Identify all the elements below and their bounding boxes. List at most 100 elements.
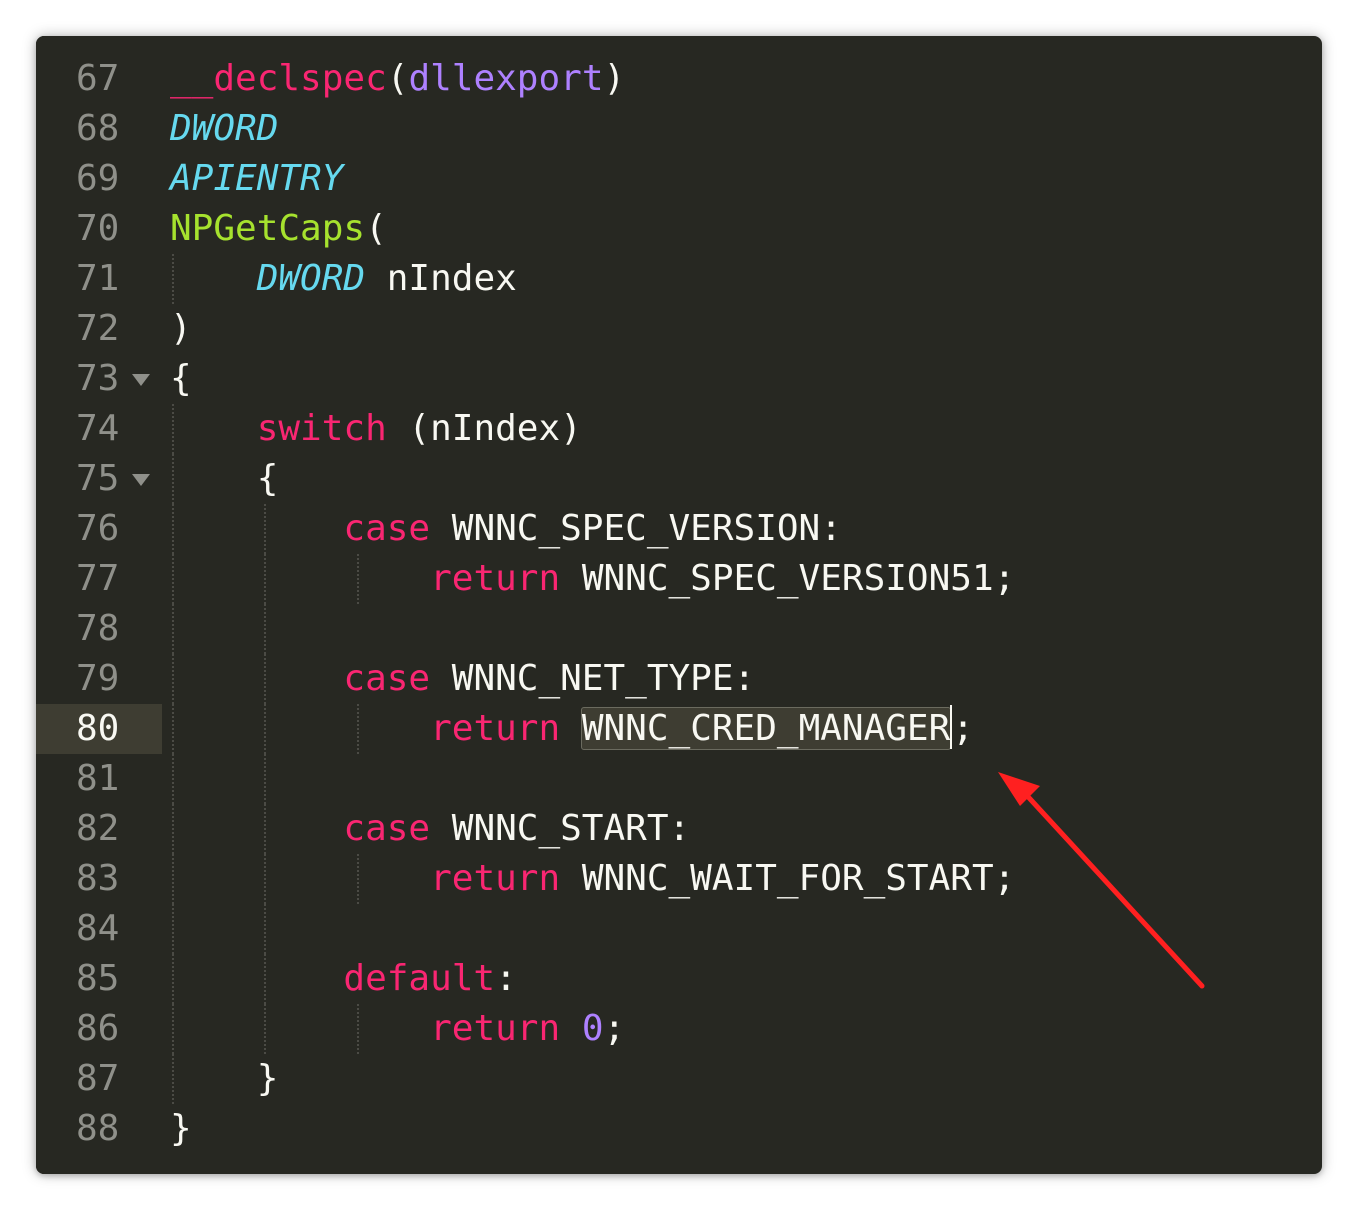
code-text: { (170, 354, 192, 404)
code-token: return (430, 1008, 561, 1049)
line-number: 74 (76, 408, 120, 449)
code-token: } (170, 1058, 279, 1099)
code-text: switch (nIndex) (170, 404, 582, 454)
code-token: WNNC_NET_TYPE: (430, 658, 756, 699)
code-line[interactable]: 79 case WNNC_NET_TYPE: (36, 654, 1322, 704)
code-text: case WNNC_SPEC_VERSION: (170, 504, 842, 554)
line-number-gutter: 79 (36, 654, 162, 704)
code-line[interactable]: 81 (36, 754, 1322, 804)
code-token: case (343, 808, 431, 849)
code-line[interactable]: 73 { (36, 354, 1322, 404)
code-token: return (430, 558, 561, 599)
code-token: default (343, 958, 496, 999)
line-number-gutter: 70 (36, 204, 162, 254)
code-editor-window[interactable]: 67 __declspec(dllexport) 68 DWORD 69 APIENTRY… (36, 36, 1322, 1174)
line-number: 78 (76, 608, 120, 649)
code-line[interactable]: 71 DWORD nIndex (36, 254, 1322, 304)
code-line[interactable]: 88} (36, 1104, 1322, 1154)
line-number-gutter: 77 (36, 554, 162, 604)
code-token: WNNC_SPEC_VERSION: (430, 508, 842, 549)
code-line[interactable]: 87 } (36, 1054, 1322, 1104)
code-line[interactable]: 74 switch (nIndex) (36, 404, 1322, 454)
line-number: 79 (76, 658, 120, 699)
code-token: APIENTRY (170, 158, 344, 199)
code-token: { (170, 458, 279, 499)
line-number: 80 (76, 708, 120, 749)
code-token: return (430, 708, 561, 749)
code-line[interactable]: 85 default: (36, 954, 1322, 1004)
line-number-gutter: 68 (36, 104, 162, 154)
line-number: 85 (76, 958, 120, 999)
line-number: 70 (76, 208, 120, 249)
code-line[interactable]: 68 DWORD (36, 104, 1322, 154)
line-number-gutter: 87 (36, 1054, 162, 1104)
line-number-gutter: 75 (36, 454, 162, 504)
fold-arrow-icon[interactable] (132, 374, 150, 386)
line-number: 82 (76, 808, 120, 849)
line-number-gutter: 71 (36, 254, 162, 304)
code-text: NPGetCaps( (170, 204, 387, 254)
selected-token: WNNC_CRED_MANAGER (580, 707, 952, 750)
code-token: { (170, 358, 192, 399)
code-line[interactable]: 84 (36, 904, 1322, 954)
code-line[interactable]: 77 return WNNC_SPEC_VERSION51; (36, 554, 1322, 604)
code-token: ( (386, 58, 409, 99)
line-number-gutter: 69 (36, 154, 162, 204)
code-token: switch (256, 408, 387, 449)
code-token: ) (170, 308, 192, 349)
code-text: default: (170, 954, 517, 1004)
line-number-gutter: 80 (36, 704, 162, 754)
code-token: DWORD (256, 258, 366, 299)
code-line[interactable]: 82 case WNNC_START: (36, 804, 1322, 854)
line-number: 67 (76, 58, 120, 99)
code-line[interactable]: 83 return WNNC_WAIT_FOR_START; (36, 854, 1322, 904)
code-line[interactable]: 72) (36, 304, 1322, 354)
code-token: DWORD (170, 108, 279, 149)
fold-arrow-icon[interactable] (132, 474, 150, 486)
code-token: ) (603, 58, 626, 99)
line-number-gutter: 86 (36, 1004, 162, 1054)
code-text: { (170, 454, 279, 504)
code-text: __declspec(dllexport) (170, 54, 625, 104)
code-text: } (170, 1104, 192, 1154)
code-token: (nIndex) (386, 408, 582, 449)
indent-guide (172, 754, 174, 804)
code-token: WNNC_START: (430, 808, 691, 849)
line-number-gutter: 83 (36, 854, 162, 904)
line-number: 88 (76, 1108, 120, 1149)
code-token: return (430, 858, 561, 899)
code-line[interactable]: 70 NPGetCaps( (36, 204, 1322, 254)
indent-guide (264, 604, 267, 654)
code-line[interactable]: 80 return WNNC_CRED_MANAGER; (36, 704, 1322, 754)
code-token: __declspec (170, 58, 387, 99)
line-number-gutter: 81 (36, 754, 162, 804)
code-line[interactable]: 86 return 0; (36, 1004, 1322, 1054)
code-line[interactable]: 69 APIENTRY (36, 154, 1322, 204)
line-number: 71 (76, 258, 120, 299)
code-line[interactable]: 76 case WNNC_SPEC_VERSION: (36, 504, 1322, 554)
code-token: : (495, 958, 517, 999)
line-number: 75 (76, 458, 120, 499)
line-number: 72 (76, 308, 120, 349)
code-line[interactable]: 78 (36, 604, 1322, 654)
line-number-gutter: 76 (36, 504, 162, 554)
line-number: 86 (76, 1008, 120, 1049)
code-line[interactable]: 67 __declspec(dllexport) (36, 54, 1322, 104)
code-token: } (170, 1108, 192, 1149)
code-token: ; (603, 1008, 626, 1049)
code-token: case (343, 508, 431, 549)
code-text: ) (170, 304, 192, 354)
code-token: case (343, 658, 431, 699)
line-number-gutter: 82 (36, 804, 162, 854)
code-text: return 0; (170, 1004, 625, 1054)
indent-guide (172, 604, 174, 654)
code-line[interactable]: 75 { (36, 454, 1322, 504)
